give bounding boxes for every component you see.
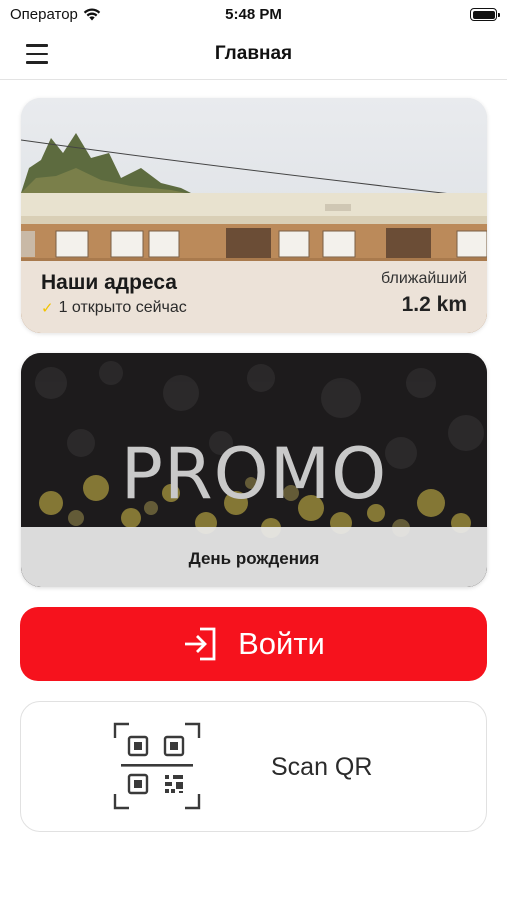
checkmark-icon: ✓ — [41, 300, 54, 317]
page-title: Главная — [214, 43, 293, 64]
open-now-status: ✓ 1 открыто сейчас — [41, 299, 187, 317]
promo-card[interactable]: PROMO День рождения — [21, 353, 487, 587]
scan-qr-button[interactable]: Scan QR — [20, 701, 487, 832]
nearest-distance: 1.2 km — [401, 293, 467, 316]
addresses-title: Наши адреса — [41, 271, 177, 294]
scan-qr-label: Scan QR — [271, 753, 373, 781]
addresses-card[interactable]: Наши адреса ✓ 1 открыто сейчас ближайший… — [21, 98, 487, 333]
promo-caption: День рождения — [188, 549, 320, 568]
open-now-text: 1 открыто сейчас — [58, 299, 187, 316]
login-button[interactable]: Войти — [20, 607, 487, 681]
login-arrow-icon — [185, 627, 216, 661]
navigation-bar: Главная — [0, 30, 507, 80]
nearest-label: ближайший — [381, 270, 467, 287]
battery-icon — [470, 8, 500, 21]
login-button-label: Войти — [238, 626, 325, 661]
status-time: 5:48 PM — [225, 6, 282, 23]
status-bar: Оператор 5:48 PM — [0, 0, 507, 30]
qr-code-icon — [113, 722, 201, 810]
promo-banner-text: PROMO — [120, 433, 388, 515]
